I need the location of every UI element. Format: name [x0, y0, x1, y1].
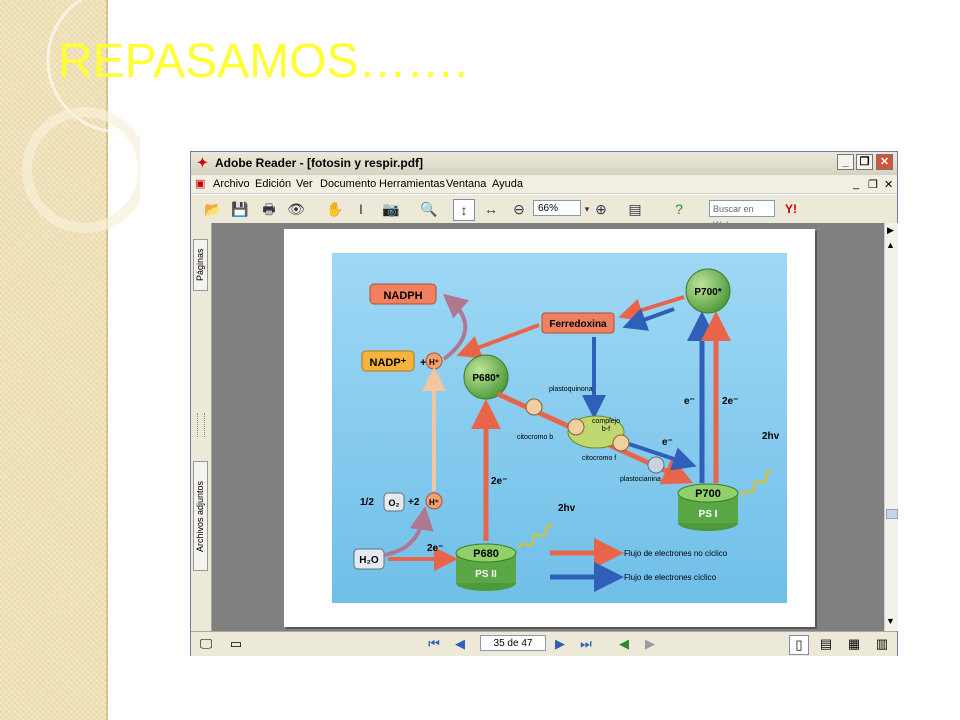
print-icon[interactable]: 🖶 [259, 199, 279, 219]
one-half-label: 1/2 [360, 497, 374, 508]
page-number-field[interactable]: 35 de 47 [480, 635, 546, 651]
slide-title: REPASAMOS……. [58, 35, 468, 88]
fit-width-icon[interactable]: ↔ [481, 199, 501, 219]
adobe-reader-window: ✦ Adobe Reader - [fotosin y respir.pdf] … [190, 151, 898, 656]
continuous-facing-view-icon[interactable]: ▥ [873, 635, 891, 653]
zoom-out-icon[interactable]: ⊖ [509, 199, 529, 219]
navigation-panel: Páginas Archivos adjuntos [191, 223, 212, 631]
doc-minimize-button[interactable]: _ [853, 178, 859, 190]
plastocianina-label: plastocianina [620, 476, 661, 483]
notes-icon[interactable]: ▭ [227, 635, 245, 653]
p700-label: P700 [695, 488, 721, 500]
title-bar: ✦ Adobe Reader - [fotosin y respir.pdf] … [191, 152, 897, 174]
vertical-scrollbar[interactable]: ▶ ▲ ▼ [884, 223, 898, 631]
menu-ventana[interactable]: Ventana [446, 178, 486, 190]
scroll-up-icon[interactable]: ▲ [886, 240, 895, 250]
hand-tool-icon[interactable]: ✋ [325, 199, 345, 219]
status-bar: 🖵 ▭ ⏮ ◀ 35 de 47 ▶ ⏭ ◀ ▶ ▯ ▤ ▦ ▥ [191, 631, 897, 656]
open-folder-icon[interactable]: 📂 [203, 199, 223, 219]
nadph-label: NADPH [383, 290, 422, 302]
facing-view-icon[interactable]: ▦ [845, 635, 863, 653]
zoom-level-field[interactable]: 66% [533, 200, 581, 216]
search-web-field[interactable]: Buscar en Web [709, 200, 775, 230]
menu-documento[interactable]: Documento [320, 178, 376, 190]
e-minus-label-ps1: e⁻ [684, 396, 695, 407]
pages-layout-icon[interactable]: ▤ [625, 199, 645, 219]
single-page-view-icon[interactable]: ▯ [789, 635, 809, 655]
help-icon[interactable]: ? [669, 199, 689, 219]
restore-button[interactable]: ❐ [856, 154, 873, 170]
two-e-minus-label-ps2: 2e⁻ [491, 476, 507, 487]
two-e-minus-label-ps1: 2e⁻ [722, 396, 738, 407]
prev-page-icon[interactable]: ◀ [451, 635, 469, 653]
panel-resize-handle[interactable] [197, 413, 205, 437]
ps2-label: PS II [475, 569, 497, 580]
two-e-minus-label-water: 2e⁻ [427, 543, 443, 554]
tab-attachments[interactable]: Archivos adjuntos [193, 461, 208, 571]
window-title: Adobe Reader - [fotosin y respir.pdf] [215, 156, 424, 170]
doc-close-button[interactable]: ✕ [884, 178, 893, 191]
last-page-icon[interactable]: ⏭ [577, 635, 595, 653]
scroll-thumb[interactable] [886, 509, 898, 519]
zoom-in-icon[interactable]: ⊕ [591, 199, 611, 219]
yahoo-logo-icon[interactable]: Y! [781, 199, 801, 219]
scroll-down-icon[interactable]: ▼ [886, 616, 895, 626]
menu-bar: ▣ Archivo Edición Ver Documento Herramie… [191, 175, 897, 193]
ps1-label: PS I [699, 509, 718, 520]
display-icon[interactable]: 🖵 [197, 635, 215, 653]
h-plus-label: H⁺ [429, 358, 439, 367]
minimize-button[interactable]: _ [837, 154, 854, 170]
citocromo-f-label: citocromo f [582, 455, 616, 462]
snapshot-icon[interactable]: 📷 [381, 199, 401, 219]
next-page-icon[interactable]: ▶ [551, 635, 569, 653]
h2o-label: H₂O [359, 555, 379, 566]
bf-label: b-f [602, 426, 610, 433]
menu-herramientas[interactable]: Herramientas [379, 178, 445, 190]
plus-two-label: +2 [408, 497, 420, 508]
select-text-icon[interactable]: I [351, 199, 371, 219]
e-minus-label-chain: e⁻ [662, 437, 673, 448]
zoom-in-tool-icon[interactable]: 🔍 [419, 199, 439, 219]
legend-cyclic-label: Flujo de electrones cíclico [624, 573, 717, 582]
tab-pages[interactable]: Páginas [193, 239, 208, 291]
nadp-label: NADP⁺ [370, 357, 407, 369]
plus-sign: + [420, 357, 426, 369]
continuous-view-icon[interactable]: ▤ [817, 635, 835, 653]
document-viewport[interactable]: NADPH NADP⁺ + H⁺ Ferredoxina P700* P680*… [212, 223, 884, 631]
pdf-page: NADPH NADP⁺ + H⁺ Ferredoxina P700* P680*… [284, 229, 815, 627]
two-hv-label-ps2: 2hv [558, 503, 576, 514]
plastoquinona-label: plastoquinona [549, 386, 593, 393]
plastoquinona-ball [525, 398, 543, 416]
fit-page-icon[interactable]: ↕ [453, 199, 475, 221]
h-plus-label-water: H⁺ [429, 498, 439, 507]
go-forward-icon[interactable]: ▶ [641, 635, 659, 653]
menu-archivo[interactable]: Archivo [213, 178, 250, 190]
first-page-icon[interactable]: ⏮ [425, 635, 443, 653]
plastocianina-ball [647, 456, 665, 474]
menu-ayuda[interactable]: Ayuda [492, 178, 523, 190]
ferredoxina-label: Ferredoxina [549, 319, 607, 330]
menu-edicion[interactable]: Edición [255, 178, 291, 190]
save-icon[interactable]: 💾 [230, 199, 250, 219]
legend-noncyclic-label: Flujo de electrones no cíclico [624, 549, 728, 558]
o2-label: O₂ [389, 498, 400, 508]
doc-restore-button[interactable]: ❐ [868, 178, 878, 191]
citocromo-b-label: citocromo b [517, 434, 553, 441]
complejo-label: complejo [592, 418, 620, 425]
citocromo-b-ball [567, 418, 585, 436]
adobe-logo-icon: ✦ [197, 155, 208, 170]
go-back-icon[interactable]: ◀ [615, 635, 633, 653]
two-hv-label-ps1: 2hv [762, 431, 780, 442]
close-button[interactable]: ✕ [876, 154, 893, 170]
citocromo-f-ball [612, 434, 630, 452]
pdf-doc-icon: ▣ [195, 178, 206, 190]
photosynthesis-diagram: NADPH NADP⁺ + H⁺ Ferredoxina P700* P680*… [332, 253, 787, 603]
panel-expand-icon[interactable]: ▶ [887, 225, 894, 236]
p700-excited-label: P700* [694, 287, 721, 298]
find-binoculars-icon[interactable]: 👁 [286, 199, 306, 219]
p680-excited-label: P680* [472, 373, 499, 384]
p680-label: P680 [473, 548, 499, 560]
toolbar: 📂 💾 🖶 👁 ✋ I 📷 🔍 ↕ ↔ ⊖ 66% ▾ ⊕ ▤ ? Buscar… [191, 194, 897, 230]
menu-ver[interactable]: Ver [296, 178, 313, 190]
